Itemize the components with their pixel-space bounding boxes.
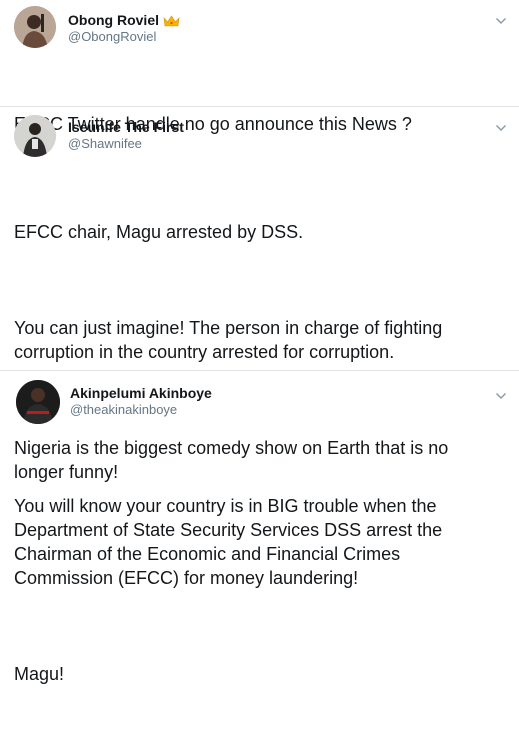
tweet-card[interactable]: Obong Roviel @ObongRoviel EFCC Twitter h…	[0, 0, 519, 134]
tweet-paragraph: Magu!	[14, 664, 65, 684]
tweet-paragraph: You can just imagine! The person in char…	[14, 318, 443, 362]
display-name[interactable]: Iseunife The First	[68, 119, 184, 136]
display-name-text[interactable]: Akinpelumi Akinboye	[70, 385, 212, 402]
crown-emoji-icon	[163, 14, 180, 27]
chevron-down-icon[interactable]	[495, 12, 507, 30]
tweet-header: Iseunife The First @Shawnifee	[14, 115, 505, 157]
avatar[interactable]	[14, 6, 56, 48]
user-handle[interactable]: @ObongRoviel	[68, 29, 180, 45]
tweet-feed: Obong Roviel @ObongRoviel EFCC Twitter h…	[0, 0, 519, 684]
author-info: Akinpelumi Akinboye @theakinakinboye	[70, 385, 212, 418]
tweet-paragraph: EFCC chair, Magu arrested by DSS.	[14, 222, 304, 242]
tweet-card[interactable]: Iseunife The First @Shawnifee EFCC chair…	[0, 106, 519, 482]
avatar[interactable]	[16, 380, 60, 424]
display-name[interactable]: Akinpelumi Akinboye	[70, 385, 212, 402]
tweet-paragraph: You will know your country is in BIG tro…	[14, 496, 443, 588]
tweet-header: Akinpelumi Akinboye @theakinakinboye	[14, 380, 505, 424]
display-name-text[interactable]: Iseunife The First	[68, 119, 184, 136]
author-info: Iseunife The First @Shawnifee	[68, 119, 184, 152]
user-handle[interactable]: @theakinakinboye	[70, 402, 212, 418]
user-handle[interactable]: @Shawnifee	[68, 136, 184, 152]
tweet-card[interactable]: Akinpelumi Akinboye @theakinakinboye You…	[0, 370, 519, 684]
tweet-text: You will know your country is in BIG tro…	[14, 446, 505, 734]
avatar[interactable]	[14, 115, 56, 157]
display-name[interactable]: Obong Roviel	[68, 12, 180, 29]
chevron-down-icon[interactable]	[495, 119, 507, 137]
author-info: Obong Roviel @ObongRoviel	[68, 12, 180, 45]
tweet-header: Obong Roviel @ObongRoviel	[14, 6, 505, 48]
display-name-text[interactable]: Obong Roviel	[68, 12, 159, 29]
chevron-down-icon[interactable]	[495, 387, 507, 405]
